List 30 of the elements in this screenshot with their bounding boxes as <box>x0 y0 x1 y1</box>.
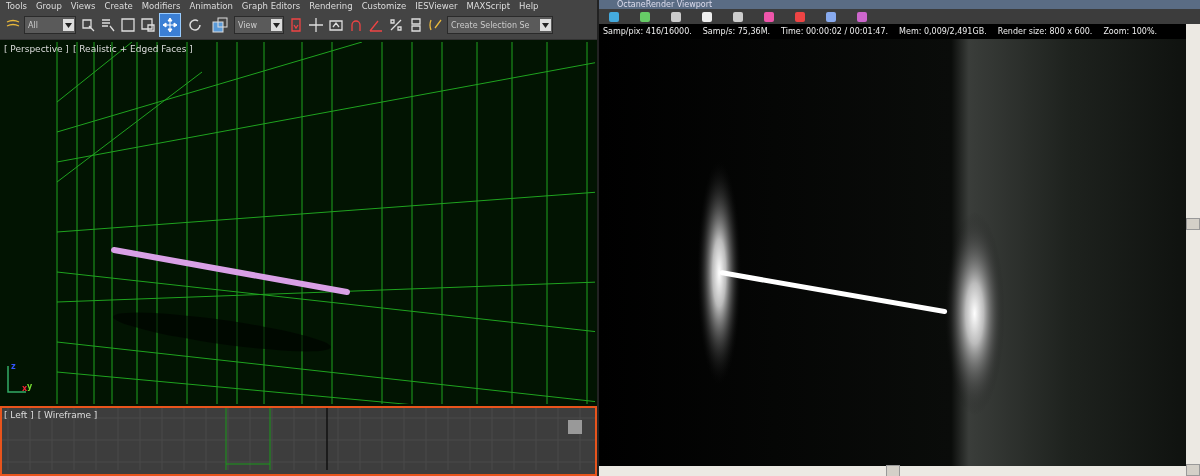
named-selection-dropdown[interactable]: Create Selection Se <box>447 16 553 34</box>
render-stat: Zoom: 100%. <box>1103 27 1158 36</box>
menu-item[interactable]: Views <box>70 0 96 11</box>
render-stat: Time: 00:00:02 / 00:01:47. <box>781 27 889 36</box>
menu-item[interactable]: Animation <box>189 0 233 11</box>
menu-item[interactable]: Customize <box>361 0 407 11</box>
viewport-label[interactable]: [ Left ] <box>4 410 34 420</box>
window-title: OctaneRender Viewport <box>599 0 1200 9</box>
menu-item[interactable]: Rendering <box>309 0 353 11</box>
render-stat: Render size: 800 x 600. <box>997 27 1093 36</box>
axis-label: y <box>27 382 33 391</box>
menu-item[interactable]: Tools <box>6 0 27 11</box>
render-stat: Mem: 0,009/2,491GB. <box>899 27 987 36</box>
viewport-label[interactable]: [ Perspective ] <box>4 44 69 54</box>
menu-item[interactable]: Graph Editors <box>241 0 301 11</box>
menu-item[interactable]: MAXScript <box>466 0 511 11</box>
axis-label: x <box>22 384 28 393</box>
menu-item[interactable]: Help <box>519 0 539 11</box>
selection-filter-dropdown[interactable]: All <box>24 16 76 34</box>
left-viewport[interactable]: [ Left ] [ Wireframe ] <box>0 406 597 476</box>
coordinate-system-dropdown[interactable]: View <box>234 16 284 34</box>
menu-item[interactable]: Modifiers <box>141 0 181 11</box>
render-stat: Samp/pix: 416/16000. <box>603 27 692 36</box>
menu-item[interactable]: IESViewer <box>415 0 458 11</box>
axis-label: z <box>11 362 16 371</box>
viewport-label[interactable]: [ Realistic + Edged Faces ] <box>72 44 193 54</box>
render-stat: Samp/s: 75,36M. <box>702 27 771 36</box>
viewport-label[interactable]: [ Wireframe ] <box>37 410 98 420</box>
menu-item[interactable]: Group <box>35 0 62 11</box>
menu-item[interactable]: Create <box>104 0 133 11</box>
